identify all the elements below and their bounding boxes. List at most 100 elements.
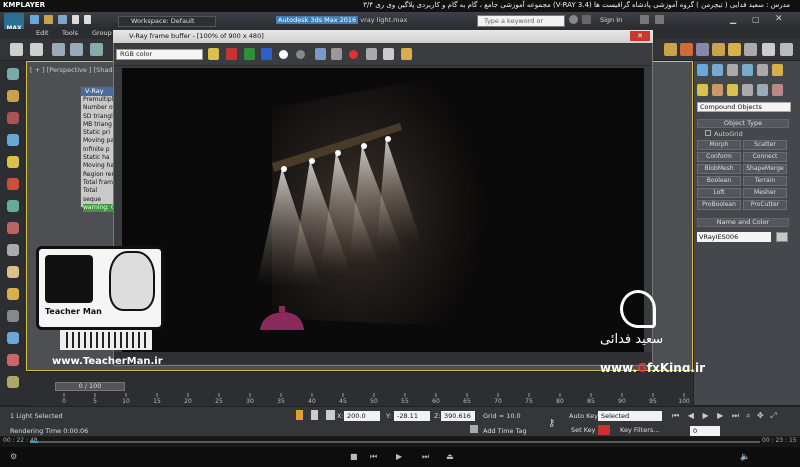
clear-image-icon[interactable] <box>349 50 358 59</box>
camera-icon[interactable] <box>7 178 19 190</box>
lights-icon[interactable] <box>727 84 738 96</box>
save-file-icon[interactable] <box>58 15 67 24</box>
search-icon[interactable] <box>569 15 578 24</box>
loft-button[interactable]: Loft <box>697 188 741 198</box>
save-icon[interactable] <box>315 48 326 60</box>
create-tab-icon[interactable] <box>697 64 708 76</box>
key-icon[interactable]: ⚷ <box>548 418 555 429</box>
time-slider[interactable]: 0 / 100 <box>55 382 125 391</box>
render-setup-icon[interactable] <box>664 43 677 56</box>
keyword-search-input[interactable]: Type a keyword or phrase <box>477 15 565 35</box>
stop-icon[interactable]: ■ <box>350 452 358 461</box>
time-tag-icon[interactable] <box>470 425 478 433</box>
cameras-icon[interactable] <box>742 84 753 96</box>
auto-key-button[interactable]: Auto Key <box>569 412 598 420</box>
name-color-rollout[interactable]: Name and Color <box>697 218 789 227</box>
modify-tab-icon[interactable] <box>712 64 723 76</box>
add-time-tag-button[interactable]: Add Time Tag <box>483 427 527 435</box>
proboolean-button[interactable]: ProBoolean <box>697 200 741 210</box>
render-last-icon[interactable] <box>780 43 793 56</box>
teapot-icon[interactable] <box>383 48 394 60</box>
play-icon[interactable]: ▶ <box>396 452 402 461</box>
spacewarp-icon[interactable] <box>7 222 19 234</box>
select-object-icon[interactable] <box>7 68 19 80</box>
volume-icon[interactable]: 🔈 <box>740 452 750 461</box>
new-file-icon[interactable] <box>30 15 39 24</box>
object-name-field[interactable]: VRayIES006 <box>697 232 771 242</box>
cone-icon[interactable] <box>7 266 19 278</box>
key-filters-button[interactable]: Key Filters... <box>620 426 660 434</box>
render-region-icon[interactable] <box>401 48 412 60</box>
close-icon[interactable]: ✕ <box>775 14 783 24</box>
render-icon[interactable] <box>712 43 725 56</box>
help-icon[interactable] <box>655 15 664 24</box>
track-bar[interactable]: 0 5 10 15 20 25 30 35 40 45 50 55 60 65 70 75 80 85 90 95 10… <box>60 393 690 405</box>
teapot-render-icon[interactable] <box>762 43 775 56</box>
navigation-controls[interactable]: ⌕ ✥ ⤢ <box>746 411 779 421</box>
mono-channel-icon[interactable] <box>296 50 305 59</box>
progress-track[interactable] <box>30 441 760 443</box>
duplicate-icon[interactable] <box>366 48 377 60</box>
autogrid-checkbox[interactable] <box>705 130 711 136</box>
red-channel-icon[interactable] <box>226 48 237 60</box>
boolean-button[interactable]: Boolean <box>697 176 741 186</box>
transform-mode-icon[interactable] <box>326 410 335 420</box>
helper-icon[interactable] <box>7 200 19 212</box>
menu-tools[interactable]: Tools <box>62 29 78 37</box>
redo-icon[interactable] <box>84 15 91 24</box>
vfb-channel-select[interactable]: RGB color <box>116 49 203 60</box>
playback-controls[interactable]: ⏮ ◀ ▶ ▶ ⏭ <box>672 411 742 421</box>
key-mode-select[interactable]: Selected <box>598 411 662 421</box>
utilities-tab-icon[interactable] <box>772 64 783 76</box>
render-production-icon[interactable] <box>744 43 757 56</box>
particle-icon[interactable] <box>7 376 19 388</box>
y-coordinate-field[interactable]: -28.11 <box>394 411 430 421</box>
isolate-icon[interactable] <box>296 410 303 420</box>
alpha-channel-icon[interactable] <box>279 50 288 59</box>
bind-spacewarp-icon[interactable] <box>90 43 103 56</box>
scatter-button[interactable]: Scatter <box>743 140 787 150</box>
sphere-icon[interactable] <box>7 288 19 300</box>
object-color-swatch[interactable] <box>776 232 788 242</box>
shapes-icon[interactable] <box>712 84 723 96</box>
render-frame-icon[interactable] <box>680 43 693 56</box>
mesher-button[interactable]: Mesher <box>743 188 787 198</box>
redo-tool-icon[interactable] <box>30 43 43 56</box>
z-coordinate-field[interactable]: 390.616 <box>441 411 475 421</box>
object-category-select[interactable]: Compound Objects <box>697 102 791 112</box>
save-image-icon[interactable] <box>208 48 219 60</box>
current-frame-field[interactable]: 0 <box>690 426 720 436</box>
eject-icon[interactable]: ⏏ <box>446 452 454 461</box>
link-icon[interactable] <box>52 43 65 56</box>
hierarchy-tab-icon[interactable] <box>727 64 738 76</box>
object-type-rollout[interactable]: Object Type <box>697 119 789 128</box>
light-icon[interactable] <box>7 156 19 168</box>
minimize-icon[interactable]: ▁ <box>730 15 736 24</box>
motion-tab-icon[interactable] <box>742 64 753 76</box>
plane-icon[interactable] <box>7 332 19 344</box>
blobmesh-button[interactable]: BlobMesh <box>697 164 741 174</box>
undo-tool-icon[interactable] <box>10 43 23 56</box>
menu-group[interactable]: Group <box>92 29 112 37</box>
set-key-button[interactable]: Set Key <box>571 426 596 434</box>
sign-in-button[interactable]: Sign In <box>600 16 622 24</box>
open-file-icon[interactable] <box>44 15 53 24</box>
maximize-icon[interactable]: ▢ <box>752 15 760 24</box>
blue-channel-icon[interactable] <box>261 48 272 60</box>
geometry-icon[interactable] <box>697 84 708 96</box>
set-key-icon[interactable] <box>598 425 610 435</box>
create-box-icon[interactable] <box>7 90 19 102</box>
helpers-icon[interactable] <box>757 84 768 96</box>
menu-edit[interactable]: Edit <box>36 29 49 37</box>
conform-button[interactable]: Conform <box>697 152 741 162</box>
create-sphere-icon[interactable] <box>7 112 19 124</box>
torus-icon[interactable] <box>7 310 19 322</box>
create-plane-icon[interactable] <box>7 134 19 146</box>
active-shade-icon[interactable] <box>728 43 741 56</box>
vfb-title[interactable]: V-Ray frame buffer - [100% of 900 x 480] <box>113 30 653 43</box>
procutter-button[interactable]: ProCutter <box>743 200 787 210</box>
viewport-label[interactable]: [ + ] [Perspective ] [Shaded ] <box>30 66 125 74</box>
lock-icon[interactable] <box>311 410 318 420</box>
x-coordinate-field[interactable]: 200.0 <box>344 411 380 421</box>
undo-icon[interactable] <box>72 15 79 24</box>
